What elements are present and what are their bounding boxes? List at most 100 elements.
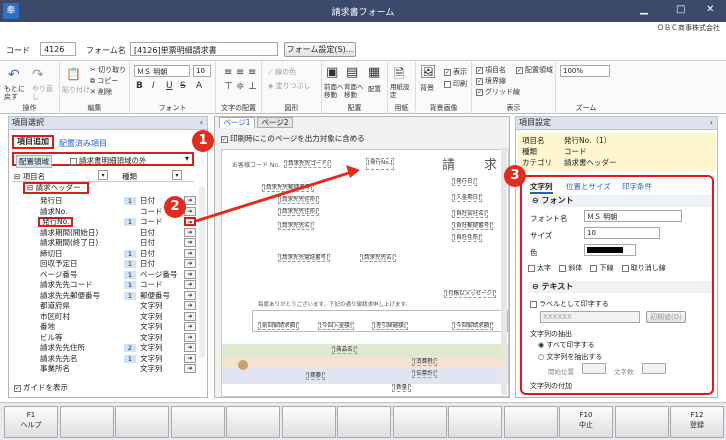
tree-item[interactable]: 締切日 1 日付 ➔ (12, 248, 197, 259)
field-slip-total[interactable]: [伝票計] (412, 370, 437, 378)
bring-front-icon[interactable]: ▣ (326, 65, 338, 80)
maximize-icon[interactable]: □ (676, 4, 685, 15)
tab-page2[interactable]: ページ2 (257, 117, 293, 128)
initial-value-button[interactable]: 初期値(D) (646, 311, 686, 323)
tree-scrollbar[interactable] (199, 187, 205, 357)
add-arrow-icon[interactable]: ➔ (184, 217, 196, 226)
start-pos-input[interactable] (582, 363, 606, 374)
cut-button[interactable]: ✂ 切り取り (90, 65, 126, 75)
tree-item[interactable]: 請求先先名 1 文字列 ➔ (12, 353, 197, 364)
zoom-select[interactable]: 100% (560, 65, 610, 77)
line-color-button[interactable]: ⟋ 線の色 (268, 67, 296, 77)
fkey-button[interactable]: F1 ヘルプ (4, 406, 58, 438)
field-item-name[interactable]: [商品名] (332, 346, 357, 354)
valign-middle-icon[interactable]: ≑ (236, 81, 244, 92)
char-count-input[interactable] (642, 363, 666, 374)
radio-extract[interactable]: ○ 文字列を抽出する (538, 352, 602, 362)
fkey-button[interactable] (614, 406, 669, 438)
text-color-icon[interactable]: A (196, 81, 202, 91)
align-center-icon[interactable]: ≡ (236, 67, 244, 78)
copy-button[interactable]: ⧉ コピー (90, 76, 118, 86)
field-customer-code[interactable]: [請求先先コード] (284, 160, 331, 168)
fkey-button[interactable] (448, 406, 502, 438)
fkey-button[interactable]: F12 登録 (670, 406, 724, 438)
tab-text[interactable]: 文字列 (530, 181, 553, 194)
tab-print-condition[interactable]: 印字条件 (622, 181, 652, 192)
color-select[interactable] (584, 244, 636, 256)
fkey-button[interactable] (392, 406, 447, 438)
fkey-button[interactable] (281, 406, 336, 438)
filter-icon[interactable]: ▾ (172, 170, 182, 180)
add-arrow-icon[interactable]: ➔ (184, 322, 196, 331)
bold-icon[interactable]: B (136, 81, 143, 91)
fkey-button[interactable] (503, 406, 558, 438)
arrange-button[interactable]: 配置 (368, 83, 381, 93)
label-print-checkbox[interactable]: ラベルとして印字する (530, 299, 609, 309)
field-address2[interactable]: [請求先先住所] (278, 208, 320, 216)
fkey-button[interactable] (337, 406, 391, 438)
radio-print-all[interactable]: ◉ すべて印字する (538, 340, 595, 350)
bold-checkbox[interactable]: 太字 (528, 264, 551, 272)
tree-item[interactable]: 都道府県 文字列 ➔ (12, 301, 197, 311)
field-payment[interactable]: [今回入金額] (318, 322, 354, 330)
tab-page1[interactable]: ページ1 (219, 117, 255, 128)
field-customer-name[interactable]: [請求先先名] (278, 222, 314, 230)
add-arrow-icon[interactable]: ➔ (184, 343, 196, 352)
align-right-icon[interactable]: ≡ (248, 67, 256, 78)
view-item-name-checkbox[interactable]: ✓ 項目名 (476, 65, 506, 75)
tab-position-size[interactable]: 位置とサイズ (566, 181, 611, 192)
paste-icon[interactable]: 📋 (66, 67, 81, 81)
bg-print-checkbox[interactable]: 印刷 (444, 79, 467, 89)
tree-item[interactable]: 回収予定日 1 日付 ➔ (12, 259, 197, 269)
italic-checkbox[interactable]: 斜体 (559, 264, 582, 272)
italic-icon[interactable]: I (152, 81, 155, 91)
field-due-date[interactable]: [入金期日] (452, 194, 483, 202)
col-name-header[interactable]: ⊟ 項目名 (14, 171, 45, 182)
field-issue-no[interactable]: [発行No.] (366, 158, 395, 170)
field-prev-billing[interactable]: [前回御請求額] (258, 322, 300, 330)
form-name-field[interactable]: [4126]単票明細請求書 (130, 42, 278, 56)
field-postal[interactable]: [請求先先郵便番号] (262, 184, 315, 192)
tree-item[interactable]: ビル等 文字列 ➔ (12, 332, 197, 343)
add-arrow-icon[interactable]: ➔ (184, 269, 196, 279)
invoice-sheet[interactable]: お客様コード No. [請求先先コード] [発行No.] 請 求 [請求先先郵便… (221, 149, 509, 397)
tree-item[interactable]: 請求期間(終了日) 日付 ➔ (12, 238, 197, 248)
undo-button[interactable]: もとに戻す (4, 85, 30, 101)
strikethrough-icon[interactable]: S (180, 81, 186, 91)
strikethrough-checkbox[interactable]: 取り消し線 (621, 264, 666, 272)
add-arrow-icon[interactable]: ➔ (184, 364, 196, 373)
field-carryover[interactable]: [差引繰越額] (372, 322, 408, 330)
output-checkbox[interactable]: ✓ 印刷時にこのページを出力対象に含める (221, 133, 365, 144)
font-section[interactable]: ⊖ フォント (528, 195, 712, 207)
undo-icon[interactable]: ↶ (8, 67, 20, 83)
underline-checkbox[interactable]: 下線 (590, 264, 613, 272)
tree-item[interactable]: 請求期間(開始日) 日付 ➔ (12, 227, 197, 238)
form-settings-button[interactable]: フォーム設定(S)... (284, 42, 356, 57)
add-arrow-icon[interactable]: ➔ (184, 227, 196, 237)
font-size-select[interactable]: 10 (193, 65, 211, 77)
add-arrow-icon[interactable]: ➔ (184, 332, 196, 342)
paste-button[interactable]: 貼り付け (62, 85, 90, 95)
background-button[interactable]: 背景 (420, 83, 434, 93)
add-arrow-icon[interactable]: ➔ (184, 280, 196, 289)
view-border-checkbox[interactable]: ✓ 境界線 (476, 76, 506, 86)
text-section[interactable]: ⊖ テキスト (528, 281, 712, 293)
view-grid-checkbox[interactable]: ✓ グリッド線 (476, 87, 520, 97)
delete-button[interactable]: ✕ 削除 (90, 87, 112, 97)
add-arrow-icon[interactable]: ➔ (184, 238, 196, 247)
send-back-icon[interactable]: ▤ (346, 65, 358, 80)
field-remarks[interactable]: [摘要] (306, 372, 326, 380)
field-current-billing[interactable]: [今回御請求額] (452, 322, 494, 330)
background-image-icon[interactable]: 🖼 (420, 65, 437, 80)
field-address1[interactable]: [請求先先住所] (278, 196, 320, 204)
add-arrow-icon[interactable]: ➔ (184, 196, 196, 205)
bg-show-checkbox[interactable]: ✓ 表示 (444, 67, 467, 77)
underline-icon[interactable]: U (166, 81, 173, 91)
area-select-row[interactable]: 配置領域 請求書明細領域の外 ▾ (12, 152, 194, 168)
close-icon[interactable]: ✕ (706, 4, 714, 15)
field-company-address[interactable]: [自社住所] (452, 234, 483, 242)
view-area-checkbox[interactable]: ✓ 配置領域 (516, 65, 553, 75)
label-input[interactable]: XXXXXX (540, 311, 640, 323)
arrange-icon[interactable]: ▦ (368, 65, 380, 80)
align-left-icon[interactable]: ≡ (224, 67, 232, 78)
